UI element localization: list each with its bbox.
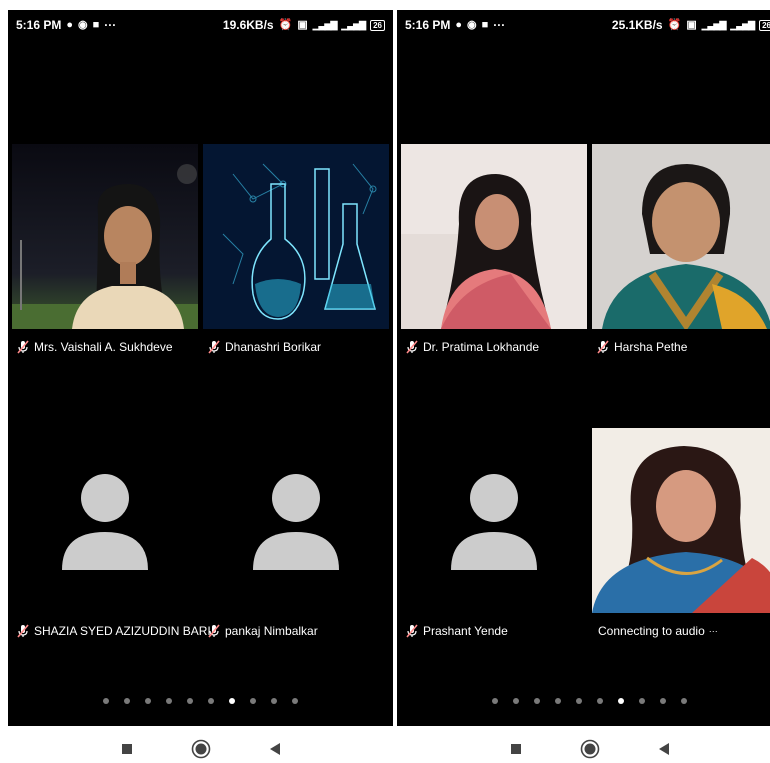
battery-icon: 26 [370,19,385,31]
video-icon: ■ [92,18,100,31]
alarm-icon: ⏰ [278,18,293,31]
participant-name-label: Mrs. Vaishali A. Sukhdeve [16,338,173,356]
page-indicator[interactable] [397,698,770,704]
page-dot[interactable] [292,698,298,704]
participant-name: pankaj Nimbalkar [225,624,318,638]
participant-name: Prashant Yende [423,624,508,638]
participant-photo [592,428,770,613]
avatar-placeholder-icon [253,474,339,570]
android-nav-bar [8,735,393,763]
page-dot[interactable] [681,698,687,704]
network-speed: 19.6KB/s [222,18,274,32]
chemistry-flasks-image [203,144,389,329]
status-bar: 5:16 PM ● ◉ ■ ··· 19.6KB/s ⏰ ▣ ▁▃▅▇ ▁▃▅▇… [8,10,393,40]
signal-icon-2: ▁▃▅▇ [730,19,755,30]
signal-icon-2: ▁▃▅▇ [341,19,366,30]
page-dot[interactable] [534,698,540,704]
page-dot[interactable] [103,698,109,704]
mic-muted-icon [406,624,418,638]
sim-icon: ▣ [297,18,308,31]
page-dot[interactable] [250,698,256,704]
participant-photo [592,144,770,329]
mic-muted-icon [406,340,418,354]
participant-name: Dhanashri Borikar [225,340,322,354]
network-speed: 25.1KB/s [611,18,663,32]
page-dot[interactable] [660,698,666,704]
participant-tile[interactable] [592,144,770,329]
status-bar: 5:16 PM ● ◉ ■ ··· 25.1KB/s ⏰ ▣ ▁▃▅▇ ▁▃▅▇… [397,10,770,40]
whatsapp-icon: ◉ [78,18,88,31]
status-time: 5:16 PM [405,18,451,32]
participant-photo [401,144,587,329]
more-notifications: ··· [493,18,506,32]
participant-name-label: SHAZIA SYED AZIZUDDIN BARI [16,622,211,640]
signal-icon: ▁▃▅▇ [312,19,338,30]
participant-name-label: pankaj Nimbalkar [207,622,318,640]
alarm-icon: ⏰ [667,18,682,31]
mic-muted-icon [17,624,29,638]
signal-icon: ▁▃▅▇ [701,19,727,30]
page-dot[interactable] [166,698,172,704]
more-notifications: ··· [104,18,117,32]
participant-status-label: Connecting to audio ··· [598,622,718,640]
page-dot[interactable] [492,698,498,704]
drop-icon: ● [455,18,463,31]
recents-button-icon[interactable] [510,743,522,755]
drop-icon: ● [66,18,74,31]
back-button-icon[interactable] [269,742,281,756]
participant-name-label: Prashant Yende [405,622,508,640]
participant-name-label: Harsha Pethe [596,338,687,356]
battery-icon: 26 [759,19,770,31]
mic-muted-icon [208,340,220,354]
page-dot[interactable] [555,698,561,704]
mic-muted-icon [208,624,220,638]
page-indicator[interactable] [8,698,393,704]
avatar-placeholder-icon [451,474,537,570]
right-phone-screen: 5:16 PM ● ◉ ■ ··· 25.1KB/s ⏰ ▣ ▁▃▅▇ ▁▃▅▇… [397,10,770,726]
participant-name: Dr. Pratima Lokhande [423,340,540,354]
video-icon: ■ [481,18,489,31]
page-dot[interactable] [187,698,193,704]
left-phone-screen: 5:16 PM ● ◉ ■ ··· 19.6KB/s ⏰ ▣ ▁▃▅▇ ▁▃▅▇… [8,10,393,726]
participant-name: SHAZIA SYED AZIZUDDIN BARI [34,624,211,638]
participant-tile[interactable] [401,144,587,329]
mic-muted-icon [597,340,609,354]
connecting-audio-status: Connecting to audio [598,624,705,638]
page-dot[interactable] [208,698,214,704]
page-dot[interactable] [597,698,603,704]
page-dot[interactable] [271,698,277,704]
participant-tile[interactable] [203,144,389,329]
android-nav-bar [397,735,770,763]
avatar-placeholder-icon [62,474,148,570]
loading-indicator: ··· [708,626,718,636]
page-dot[interactable] [124,698,130,704]
participant-tile[interactable] [592,428,770,613]
home-button-icon[interactable] [580,739,600,759]
status-time: 5:16 PM [16,18,62,32]
participant-name: Harsha Pethe [614,340,688,354]
participant-name: Mrs. Vaishali A. Sukhdeve [34,340,173,354]
page-dot-active[interactable] [229,698,235,704]
page-dot[interactable] [145,698,151,704]
page-dot[interactable] [513,698,519,704]
mic-muted-icon [17,340,29,354]
page-dot[interactable] [576,698,582,704]
page-dot[interactable] [639,698,645,704]
participant-photo [12,144,198,329]
participant-name-label: Dr. Pratima Lokhande [405,338,539,356]
sim-icon: ▣ [686,18,697,31]
participant-tile[interactable] [12,144,198,329]
recents-button-icon[interactable] [121,743,133,755]
page-dot-active[interactable] [618,698,624,704]
whatsapp-icon: ◉ [467,18,477,31]
back-button-icon[interactable] [658,742,670,756]
home-button-icon[interactable] [191,739,211,759]
participant-name-label: Dhanashri Borikar [207,338,321,356]
